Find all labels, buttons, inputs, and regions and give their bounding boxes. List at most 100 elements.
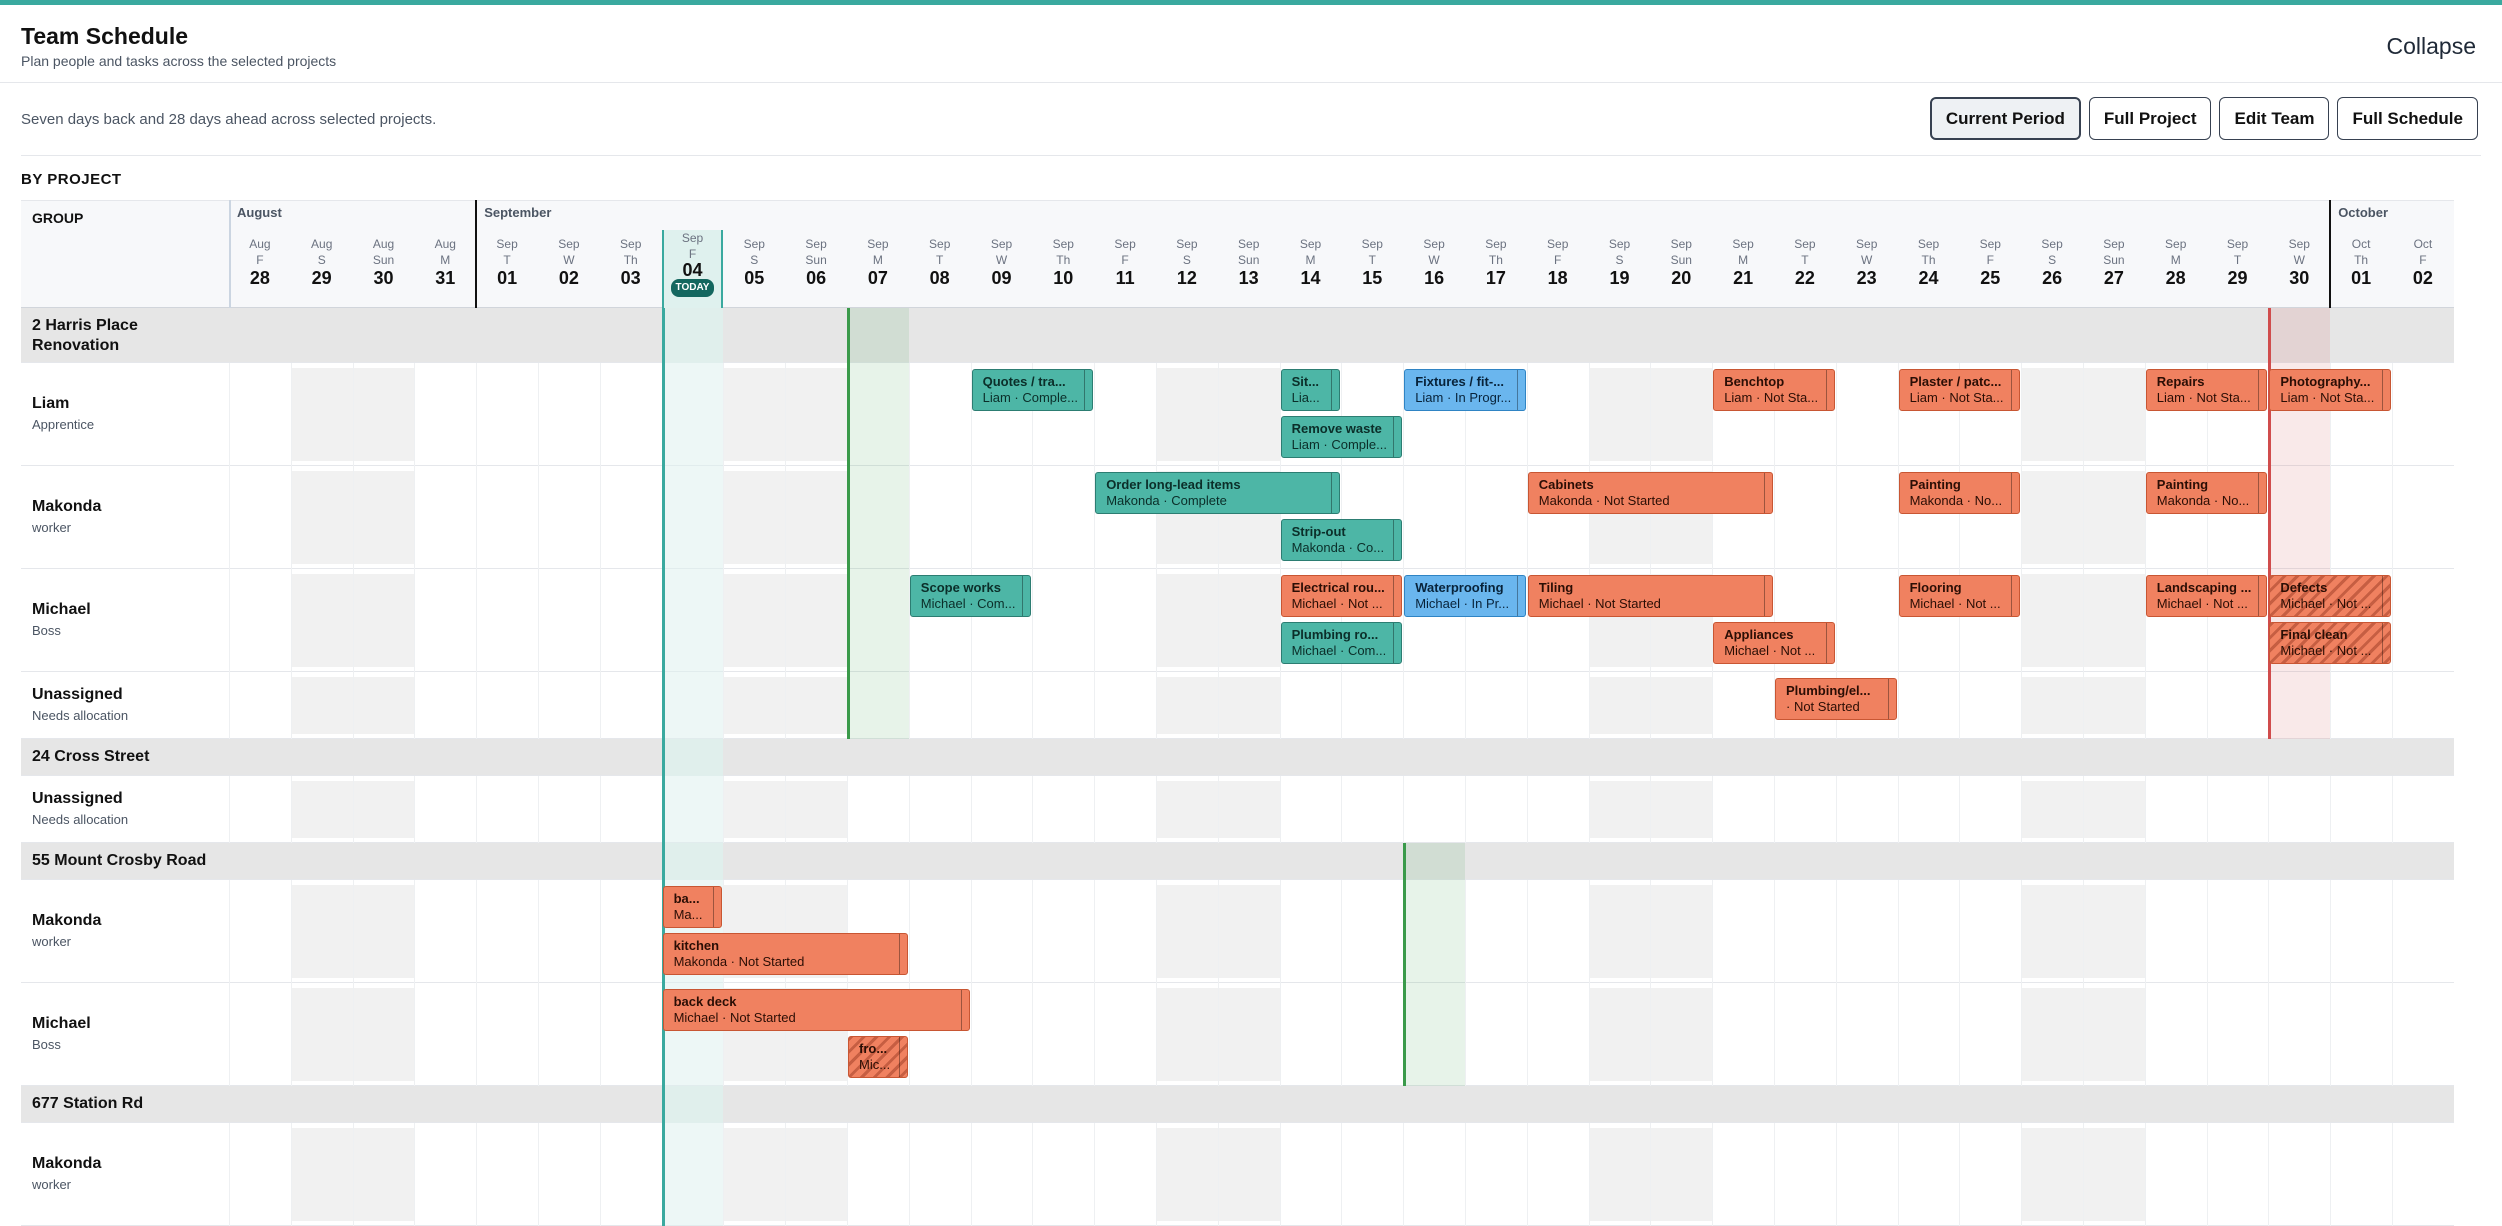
day-header[interactable]: Sep T 08 [909,236,971,287]
day-header[interactable]: Sep S 05 [723,236,785,287]
day-header[interactable]: Sep T 15 [1341,236,1403,287]
person-label[interactable]: Michael Boss [21,601,219,638]
day-header[interactable]: Sep M 07 [847,236,909,287]
day-header[interactable]: Sep S 19 [1589,236,1651,287]
day-header[interactable]: Sep W 30 [2268,236,2330,287]
task-bar[interactable]: Quotes / tra... Liam · Comple... [971,369,1094,411]
resize-handle[interactable] [1393,520,1401,560]
resize-handle[interactable] [2258,370,2266,410]
day-header[interactable]: Sep F 04 TODAY [661,230,724,308]
day-header[interactable]: Sep W 16 [1403,236,1465,287]
task-bar[interactable]: kitchen Makonda · Not Started [662,933,908,975]
task-bar[interactable]: Order long-lead items Makonda · Complete [1095,472,1341,514]
resize-handle[interactable] [1763,473,1772,513]
day-header[interactable]: Sep T 01 [476,236,538,287]
task-bar[interactable]: Final clean Michael · Not ... [2269,622,2391,664]
day-header[interactable]: Sep W 02 [538,236,600,287]
resize-handle[interactable] [2381,576,2390,616]
task-bar[interactable]: Remove waste Liam · Comple... [1280,416,1403,458]
task-bar[interactable]: Tiling Michael · Not Started [1527,575,1773,617]
day-header[interactable]: Sep T 29 [2207,236,2269,287]
task-bar[interactable]: Plumbing/el... · Not Started [1775,678,1897,720]
day-header[interactable]: Sep Sun 27 [2083,236,2145,287]
resize-handle[interactable] [960,990,969,1030]
project-group-label[interactable]: 2 Harris Place Renovation [21,316,219,356]
day-header[interactable]: Sep S 26 [2021,236,2083,287]
day-header[interactable]: Sep M 28 [2145,236,2207,287]
task-bar[interactable]: Strip-out Makonda · Co... [1280,519,1403,561]
day-header[interactable]: Sep M 14 [1280,236,1342,287]
task-bar[interactable]: Benchtop Liam · Not Sta... [1713,369,1835,411]
resize-handle[interactable] [2381,370,2390,410]
task-bar[interactable]: Electrical rou... Michael · Not ... [1280,575,1403,617]
resize-handle[interactable] [1825,623,1834,663]
task-bar[interactable]: Fixtures / fit-... Liam · In Progr... [1404,369,1526,411]
resize-handle[interactable] [2258,473,2266,513]
task-bar[interactable]: Scope works Michael · Com... [909,575,1032,617]
resize-handle[interactable] [898,934,907,974]
resize-handle[interactable] [1763,576,1772,616]
project-group-label[interactable]: 677 Station Rd [21,1094,219,1114]
day-header[interactable]: Sep F 11 [1094,236,1156,287]
task-bar[interactable]: ba... Ma... [662,886,723,928]
task-bar[interactable]: back deck Michael · Not Started [662,989,970,1031]
task-bar[interactable]: Appliances Michael · Not ... [1713,622,1835,664]
day-header[interactable]: Aug M 31 [414,236,476,287]
resize-handle[interactable] [2258,576,2266,616]
resize-handle[interactable] [1393,576,1401,616]
task-bar[interactable]: Landscaping ... Michael · Not ... [2145,575,2268,617]
day-header[interactable]: Sep W 09 [971,236,1033,287]
task-bar[interactable]: Photography... Liam · Not Sta... [2269,369,2391,411]
resize-handle[interactable] [1393,417,1401,457]
person-label[interactable]: Unassigned Needs allocation [21,790,219,827]
person-label[interactable]: Makonda worker [21,912,219,949]
day-header[interactable]: Oct Th 01 [2330,236,2392,287]
task-bar[interactable]: Plaster / patc... Liam · Not Sta... [1898,369,2021,411]
day-header[interactable]: Sep Sun 20 [1650,236,1712,287]
resize-handle[interactable] [2381,623,2390,663]
day-header[interactable]: Sep Th 17 [1465,236,1527,287]
resize-handle[interactable] [1516,370,1525,410]
day-header[interactable]: Sep Sun 13 [1218,236,1280,287]
project-group-label[interactable]: 24 Cross Street [21,747,219,767]
resize-handle[interactable] [898,1037,907,1077]
day-header[interactable]: Sep F 18 [1527,236,1589,287]
project-group-label[interactable]: 55 Mount Crosby Road [21,851,219,871]
task-bar[interactable]: Waterproofing Michael · In Pr... [1404,575,1526,617]
day-header[interactable]: Sep Sun 06 [785,236,847,287]
resize-handle[interactable] [2011,473,2019,513]
task-bar[interactable]: Repairs Liam · Not Sta... [2145,369,2268,411]
day-header[interactable]: Sep W 23 [1836,236,1898,287]
resize-handle[interactable] [713,887,721,927]
person-label[interactable]: Liam Apprentice [21,395,219,432]
task-bar[interactable]: Defects Michael · Not ... [2269,575,2391,617]
task-bar[interactable]: Plumbing ro... Michael · Com... [1280,622,1403,664]
resize-handle[interactable] [1825,370,1834,410]
resize-handle[interactable] [2011,370,2019,410]
person-label[interactable]: Makonda worker [21,1155,219,1192]
day-header[interactable]: Sep F 25 [1959,236,2021,287]
resize-handle[interactable] [1084,370,1092,410]
task-bar[interactable]: Sit... Lia... [1280,369,1341,411]
task-bar[interactable]: Painting Makonda · No... [1898,472,2021,514]
resize-handle[interactable] [2011,576,2019,616]
task-bar[interactable]: Flooring Michael · Not ... [1898,575,2021,617]
resize-handle[interactable] [1331,473,1339,513]
day-header[interactable]: Sep T 22 [1774,236,1836,287]
resize-handle[interactable] [1393,623,1401,663]
task-bar[interactable]: Cabinets Makonda · Not Started [1527,472,1773,514]
person-label[interactable]: Unassigned Needs allocation [21,686,219,723]
resize-handle[interactable] [1516,576,1525,616]
day-header[interactable]: Sep S 12 [1156,236,1218,287]
day-header[interactable]: Aug S 29 [291,236,353,287]
task-bar[interactable]: fro... Mic... [848,1036,908,1078]
task-bar[interactable]: Painting Makonda · No... [2145,472,2268,514]
resize-handle[interactable] [1022,576,1030,616]
day-header[interactable]: Sep Th 24 [1898,236,1960,287]
day-header[interactable]: Aug Sun 30 [353,236,415,287]
day-header[interactable]: Aug F 28 [229,236,291,287]
day-header[interactable]: Sep Th 03 [600,236,662,287]
resize-handle[interactable] [1331,370,1339,410]
day-header[interactable]: Sep Th 10 [1032,236,1094,287]
person-label[interactable]: Makonda worker [21,498,219,535]
